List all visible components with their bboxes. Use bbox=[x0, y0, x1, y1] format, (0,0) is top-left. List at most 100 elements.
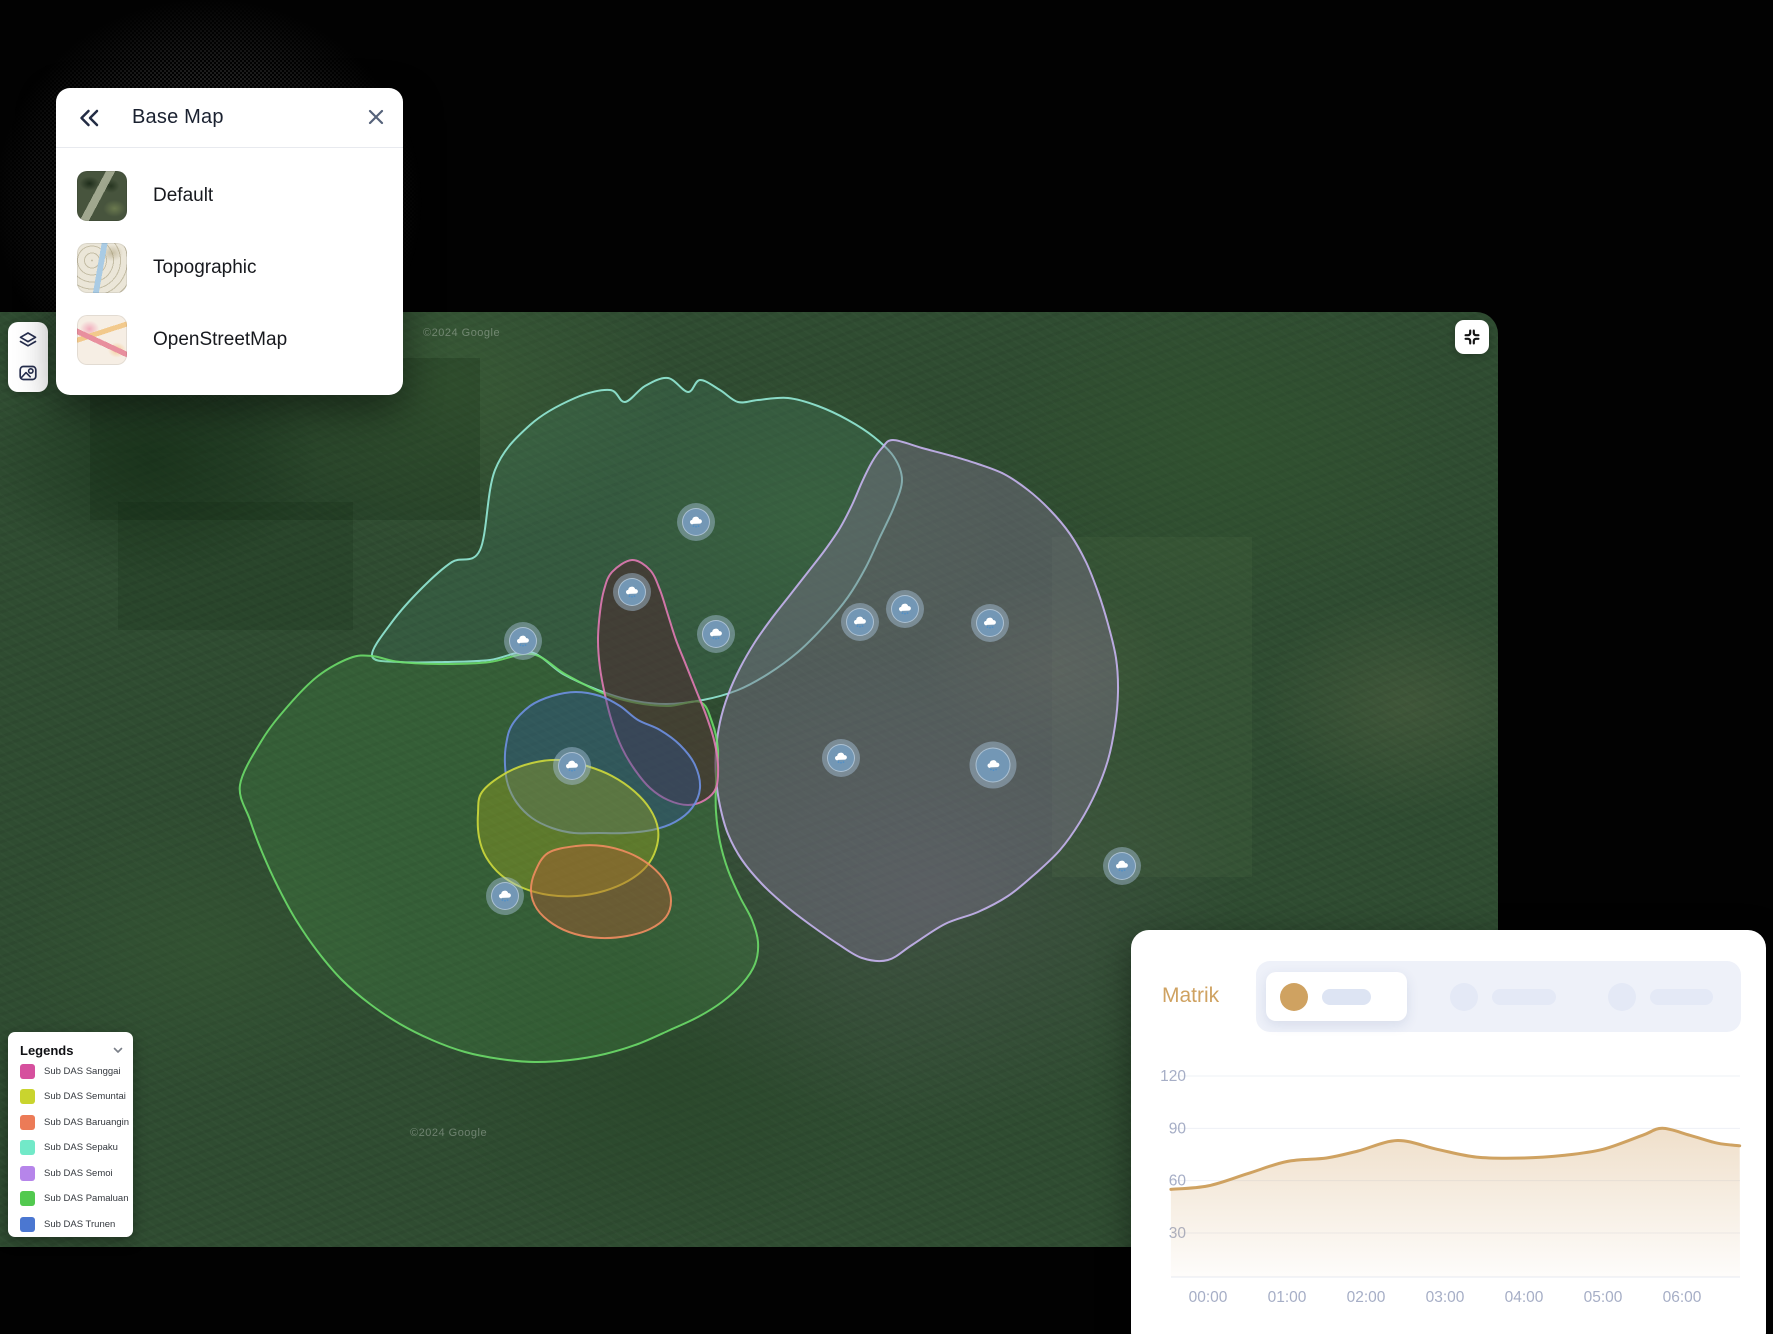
basemap-thumbnail-topographic bbox=[77, 243, 127, 293]
rain-cloud-icon bbox=[982, 617, 998, 629]
rain-cloud-icon bbox=[624, 586, 640, 598]
weather-station-marker[interactable] bbox=[486, 877, 524, 915]
tab-dot-skeleton bbox=[1608, 983, 1636, 1011]
tab-dot-skeleton bbox=[1450, 983, 1478, 1011]
legend-row: Sub DAS Semuntai bbox=[20, 1089, 127, 1105]
legend-swatch bbox=[20, 1115, 35, 1130]
app-window: ©2024 Google ©2024 Google bbox=[0, 0, 1773, 1334]
rain-cloud-icon bbox=[897, 603, 913, 615]
legend-swatch bbox=[20, 1217, 35, 1232]
legend-swatch bbox=[20, 1166, 35, 1181]
close-icon bbox=[365, 106, 387, 128]
close-panel-button[interactable] bbox=[361, 102, 391, 132]
basemap-panel: Base Map DefaultTopographicOpenStreetMap bbox=[56, 88, 403, 395]
weather-station-marker[interactable] bbox=[841, 603, 879, 641]
legend-row: Sub DAS Baruangin bbox=[20, 1114, 127, 1130]
marker-core bbox=[509, 627, 537, 655]
weather-station-marker[interactable] bbox=[697, 615, 735, 653]
legends-header[interactable]: Legends bbox=[20, 1040, 125, 1060]
weather-station-marker[interactable] bbox=[677, 503, 715, 541]
marker-halo bbox=[1103, 847, 1141, 885]
legend-label: Sub DAS Baruangin bbox=[44, 1117, 129, 1128]
legend-swatch bbox=[20, 1089, 35, 1104]
marker-core bbox=[976, 609, 1004, 637]
metrics-panel: Matrik 12090603000:0001:0002:0003:0004:0… bbox=[1131, 930, 1766, 1334]
map-attribution: ©2024 Google bbox=[410, 1127, 487, 1139]
x-axis-label: 00:00 bbox=[1189, 1289, 1228, 1306]
legend-label: Sub DAS Pamaluan bbox=[44, 1193, 129, 1204]
marker-halo bbox=[971, 604, 1009, 642]
basemap-option-openstreetmap[interactable]: OpenStreetMap bbox=[77, 304, 391, 376]
marker-core bbox=[491, 882, 519, 910]
collapse-panel-button[interactable] bbox=[74, 103, 104, 133]
legends-title: Legends bbox=[20, 1043, 73, 1058]
legend-row: Sub DAS Semoi bbox=[20, 1165, 127, 1181]
legend-row: Sub DAS Trunen bbox=[20, 1216, 127, 1232]
watershed-regions bbox=[240, 378, 1118, 1062]
area-fill bbox=[1171, 1128, 1740, 1277]
marker-core bbox=[618, 578, 646, 606]
legend-label: Sub DAS Sepaku bbox=[44, 1142, 118, 1153]
legends-panel: Legends Sub DAS Sanggai Sub DAS Semuntai S… bbox=[8, 1032, 133, 1237]
basemap-thumbnail-openstreetmap bbox=[77, 315, 127, 365]
marker-halo bbox=[822, 739, 860, 777]
rain-cloud-icon bbox=[833, 752, 849, 764]
legend-label: Sub DAS Semoi bbox=[44, 1168, 113, 1179]
marker-core bbox=[976, 748, 1011, 783]
x-axis-label: 06:00 bbox=[1663, 1289, 1702, 1306]
map-attribution: ©2024 Google bbox=[423, 327, 500, 339]
legend-swatch bbox=[20, 1140, 35, 1155]
metrics-tab-2[interactable] bbox=[1436, 972, 1586, 1021]
tab-label-skeleton bbox=[1650, 989, 1713, 1005]
x-axis-label: 03:00 bbox=[1426, 1289, 1465, 1306]
y-axis-label: 90 bbox=[1169, 1120, 1187, 1137]
marker-halo bbox=[486, 877, 524, 915]
tab-label-skeleton bbox=[1322, 989, 1371, 1005]
basemap-thumbnail-default bbox=[77, 171, 127, 221]
metrics-title: Matrik bbox=[1162, 984, 1219, 1008]
marker-halo bbox=[504, 622, 542, 660]
layers-button[interactable] bbox=[13, 328, 43, 354]
tab-active-dot bbox=[1280, 983, 1308, 1011]
rain-cloud-icon bbox=[985, 759, 1001, 771]
legend-label: Sub DAS Trunen bbox=[44, 1219, 115, 1230]
map-image-icon bbox=[17, 362, 39, 384]
x-axis-label: 02:00 bbox=[1347, 1289, 1386, 1306]
weather-station-marker[interactable] bbox=[553, 747, 591, 785]
legend-row: Sub DAS Pamaluan bbox=[20, 1191, 127, 1207]
divider bbox=[56, 147, 403, 148]
rain-cloud-icon bbox=[852, 616, 868, 628]
fullscreen-button[interactable] bbox=[1455, 320, 1489, 354]
weather-station-marker[interactable] bbox=[970, 742, 1017, 789]
basemap-option-default[interactable]: Default bbox=[77, 160, 391, 232]
x-axis-label: 05:00 bbox=[1584, 1289, 1623, 1306]
weather-station-marker[interactable] bbox=[1103, 847, 1141, 885]
marker-halo bbox=[697, 615, 735, 653]
legend-swatch bbox=[20, 1064, 35, 1079]
marker-core bbox=[827, 744, 855, 772]
legend-label: Sub DAS Semuntai bbox=[44, 1091, 126, 1102]
weather-station-marker[interactable] bbox=[822, 739, 860, 777]
rain-cloud-icon bbox=[688, 516, 704, 528]
marker-halo bbox=[970, 742, 1017, 789]
weather-station-marker[interactable] bbox=[971, 604, 1009, 642]
basemap-panel-header: Base Map bbox=[56, 88, 403, 147]
metrics-tab-3[interactable] bbox=[1594, 972, 1734, 1021]
rain-cloud-icon bbox=[515, 635, 531, 647]
weather-station-marker[interactable] bbox=[504, 622, 542, 660]
legend-row: Sub DAS Sanggai bbox=[20, 1063, 127, 1079]
fullscreen-exit-icon bbox=[1462, 327, 1482, 347]
weather-station-marker[interactable] bbox=[886, 590, 924, 628]
basemap-gallery-button[interactable] bbox=[13, 360, 43, 386]
metrics-tab-1[interactable] bbox=[1266, 972, 1407, 1021]
weather-station-marker[interactable] bbox=[613, 573, 651, 611]
marker-halo bbox=[886, 590, 924, 628]
map-control-stack bbox=[8, 322, 48, 392]
basemap-panel-title: Base Map bbox=[132, 106, 224, 129]
chevron-down-icon[interactable] bbox=[111, 1043, 125, 1057]
rain-cloud-icon bbox=[564, 760, 580, 772]
rain-cloud-icon bbox=[1114, 860, 1130, 872]
rain-cloud-icon bbox=[708, 628, 724, 640]
basemap-option-topographic[interactable]: Topographic bbox=[77, 232, 391, 304]
metrics-area-chart: 12090603000:0001:0002:0003:0004:0005:000… bbox=[1131, 1034, 1766, 1334]
